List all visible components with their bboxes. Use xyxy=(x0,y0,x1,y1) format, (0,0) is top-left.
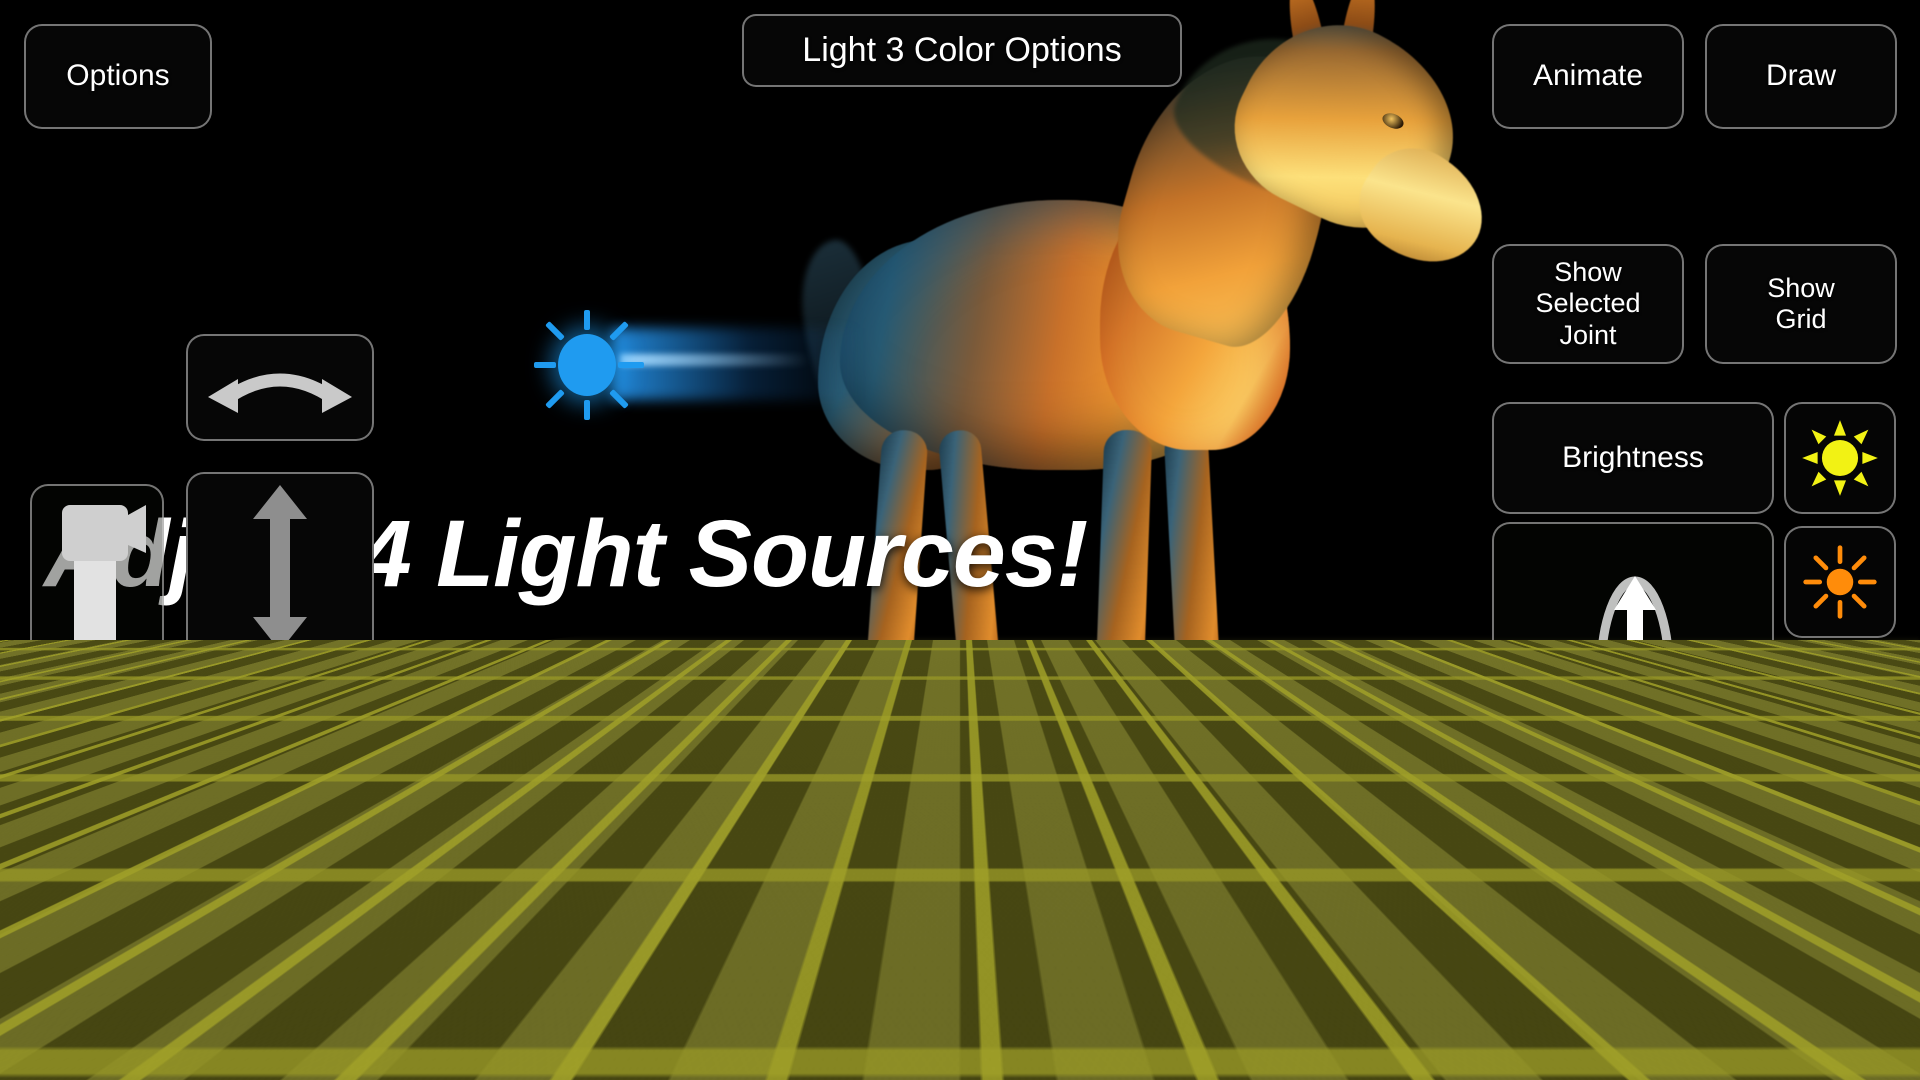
options-button[interactable]: Options xyxy=(24,24,212,129)
camera-pan-arrow-icon xyxy=(197,724,363,895)
sun-orange-icon xyxy=(1803,545,1877,619)
saturation-thumb[interactable] xyxy=(613,653,652,763)
deselect-label: Deselect xyxy=(1574,977,1692,1011)
revert-button[interactable]: Revert xyxy=(1082,940,1264,1050)
revert-label: Revert xyxy=(1109,956,1237,1034)
hue-slider[interactable] xyxy=(600,798,1472,912)
deselect-button[interactable]: Deselect xyxy=(1492,940,1774,1050)
light-2-orange-swatch-button[interactable] xyxy=(1784,526,1896,638)
light-label: Light 3 xyxy=(1587,859,1679,893)
new-button[interactable]: New xyxy=(1290,940,1472,1050)
animate-label: Animate xyxy=(1532,59,1644,93)
zoom-label: Zoom xyxy=(338,977,416,1011)
page-title-label: Light 3 Color Options xyxy=(802,30,1122,69)
options-label: Options xyxy=(66,59,170,93)
camera-down-button[interactable] xyxy=(30,484,164,906)
saturation-track[interactable] xyxy=(616,671,1456,751)
zoom-button[interactable]: Zoom xyxy=(186,940,568,1050)
draw-button[interactable]: Draw xyxy=(1705,24,1897,129)
new-label: New xyxy=(1317,956,1445,1034)
saturation-slider[interactable] xyxy=(600,653,1472,767)
draw-label: Draw xyxy=(1765,59,1836,93)
show-selected-joint-button[interactable]: Show Selected Joint xyxy=(1492,244,1684,364)
light-3-red-swatch-button[interactable] xyxy=(1784,658,1896,770)
camera-pan-button[interactable] xyxy=(186,712,374,908)
show-grid-label: Show Grid xyxy=(1767,272,1835,334)
brightness-button[interactable]: Brightness xyxy=(1492,402,1774,514)
sun-blue-icon xyxy=(1804,810,1876,882)
body-label: Body xyxy=(1805,977,1875,1011)
show-selected-joint-label: Show Selected Joint xyxy=(1535,257,1641,350)
light-orbit-panel[interactable]: Light 3 xyxy=(1492,522,1774,918)
up-down-arrow-icon xyxy=(253,485,307,651)
light-1-yellow-swatch-button[interactable] xyxy=(1784,402,1896,514)
sun-yellow-icon xyxy=(1802,420,1878,496)
sun-red-icon xyxy=(1807,681,1873,747)
show-grid-button[interactable]: Show Grid xyxy=(1705,244,1897,364)
arc-rotate-button[interactable] xyxy=(186,334,374,441)
arc-double-arrow-icon xyxy=(208,373,352,413)
camera-down-arrow-icon xyxy=(44,505,146,805)
hue-thumb[interactable] xyxy=(1019,798,1057,908)
page-title: Light 3 Color Options xyxy=(742,14,1182,87)
body-button[interactable]: Body xyxy=(1784,940,1896,1050)
animate-button[interactable]: Animate xyxy=(1492,24,1684,129)
light-4-blue-swatch-button[interactable] xyxy=(1784,790,1896,902)
move-up-down-button[interactable] xyxy=(186,472,374,664)
brightness-label: Brightness xyxy=(1562,440,1704,474)
